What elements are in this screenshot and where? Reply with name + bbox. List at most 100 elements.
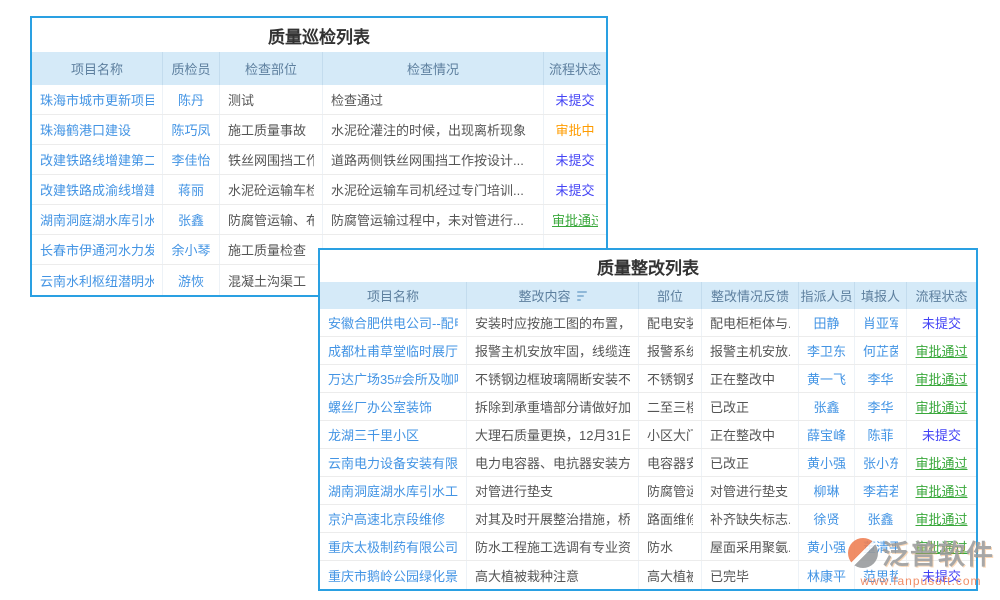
cell-link[interactable]: 肖亚军 <box>863 313 898 332</box>
cell-link[interactable]: 改建铁路线增建第二线... <box>40 150 154 169</box>
table-row[interactable]: 螺丝厂办公室装饰拆除到承重墙部分请做好加固...二至三楼混...已改正张鑫李华审… <box>320 393 976 421</box>
status-badge[interactable]: 未提交 <box>922 425 961 444</box>
cell-status: 审批通过 <box>907 505 976 532</box>
cell-feedback: 已完毕 <box>702 561 799 589</box>
table-row[interactable]: 龙湖三千里小区大理石质量更换，12月31日之...小区大门正在整改中薛宝峰陈菲未… <box>320 421 976 449</box>
table-row[interactable]: 改建铁路线增建第二线...李佳怡铁丝网围挡工作检查道路两侧铁丝网围挡工作按设计.… <box>32 145 606 175</box>
column-header-assignee: 指派人员 <box>799 282 855 309</box>
table-row[interactable]: 珠海市城市更新项目紫...陈丹测试检查通过未提交 <box>32 85 606 115</box>
cell-link[interactable]: 万达广场35#会所及咖啡厅空... <box>328 369 458 388</box>
cell-link[interactable]: 成都杜甫草堂临时展厅独立展... <box>328 341 458 360</box>
cell-link[interactable]: 张鑫 <box>867 509 893 528</box>
cell-link[interactable]: 黄小强 <box>807 537 846 556</box>
cell-assignee: 张鑫 <box>799 393 855 420</box>
status-badge[interactable]: 审批通过 <box>915 537 967 556</box>
cell-link[interactable]: 蒋丽 <box>178 180 204 199</box>
cell-link[interactable]: 云南电力设备安装有限公司20... <box>328 453 458 472</box>
cell-link[interactable]: 李若若 <box>863 481 898 500</box>
cell-project: 云南电力设备安装有限公司20... <box>320 449 467 476</box>
cell-feedback: 已改正 <box>702 393 799 420</box>
cell-text: 高大植被栽种注意 <box>475 566 579 585</box>
cell-link[interactable]: 游恢 <box>178 271 204 290</box>
cell-link[interactable]: 董清平 <box>863 537 898 556</box>
cell-link[interactable]: 湖南洞庭湖水库引水工... <box>40 210 154 229</box>
cell-project: 改建铁路成渝线增建第... <box>32 175 163 204</box>
cell-link[interactable]: 黄一飞 <box>807 369 846 388</box>
status-badge[interactable]: 审批通过 <box>915 341 967 360</box>
cell-link[interactable]: 张鑫 <box>178 210 204 229</box>
cell-link[interactable]: 陈菲 <box>867 425 893 444</box>
cell-link[interactable]: 改建铁路成渝线增建第... <box>40 180 154 199</box>
cell-text: 不锈钢安装... <box>647 369 693 388</box>
status-badge[interactable]: 未提交 <box>922 313 961 332</box>
status-badge[interactable]: 审批通过 <box>552 210 598 229</box>
table-row[interactable]: 湖南洞庭湖水库引水工...张鑫防腐管运输、布管防腐管运输过程中，未对管进行...… <box>32 205 606 235</box>
cell-part: 路面维修检... <box>639 505 702 532</box>
cell-text: 电容器安装... <box>647 453 693 472</box>
cell-feedback: 对管进行垫支 <box>702 477 799 504</box>
table-row[interactable]: 万达广场35#会所及咖啡厅空...不锈钢边框玻璃隔断安装不牢...不锈钢安装..… <box>320 365 976 393</box>
cell-link[interactable]: 长春市伊通河水力发电... <box>40 240 154 259</box>
cell-link[interactable]: 龙湖三千里小区 <box>328 425 419 444</box>
table-row[interactable]: 湖南洞庭湖水库引水工程施工I标对管进行垫支防腐管运输...对管进行垫支柳琳李若若… <box>320 477 976 505</box>
cell-text: 正在整改中 <box>710 369 775 388</box>
cell-link[interactable]: 田静 <box>813 313 839 332</box>
cell-link[interactable]: 重庆太极制药有限公司亳州中... <box>328 537 458 556</box>
table-row[interactable]: 成都杜甫草堂临时展厅独立展...报警主机安放牢固，线缆连接...报警系统报警主机… <box>320 337 976 365</box>
cell-link[interactable]: 徐贤 <box>813 509 839 528</box>
cell-link[interactable]: 何芷茵 <box>863 341 898 360</box>
cell-text: 高大植被栽种 <box>647 566 693 585</box>
cell-link[interactable]: 李佳怡 <box>171 150 210 169</box>
status-badge[interactable]: 未提交 <box>922 566 961 585</box>
cell-link[interactable]: 范思哲 <box>863 566 898 585</box>
column-header-project: 项目名称 <box>32 52 163 85</box>
cell-link[interactable]: 薛宝峰 <box>807 425 846 444</box>
status-badge[interactable]: 审批通过 <box>915 397 967 416</box>
status-badge[interactable]: 审批通过 <box>915 509 967 528</box>
cell-status: 审批通过 <box>544 205 606 234</box>
table-row[interactable]: 重庆太极制药有限公司亳州中...防水工程施工选调有专业资质...防水屋面采用聚氨… <box>320 533 976 561</box>
cell-link[interactable]: 京沪高速北京段维修 <box>328 509 445 528</box>
cell-link[interactable]: 李华 <box>867 369 893 388</box>
cell-inspector: 蒋丽 <box>163 175 220 204</box>
table-row[interactable]: 重庆市鹅岭公园绿化景观提升... 高大植被栽种注意 高大植被栽种已完毕林康平范思哲 未… <box>320 561 976 589</box>
cell-link[interactable]: 螺丝厂办公室装饰 <box>328 397 432 416</box>
status-badge[interactable]: 未提交 <box>555 90 594 109</box>
table-row[interactable]: 珠海鹤港口建设陈巧凤施工质量事故水泥砼灌注的时候，出现离析现象审批中 <box>32 115 606 145</box>
cell-link[interactable]: 黄小强 <box>807 453 846 472</box>
cell-link[interactable]: 张鑫 <box>813 397 839 416</box>
cell-feedback: 屋面采用聚氨... <box>702 533 799 560</box>
cell-link[interactable]: 安徽合肥供电公司--配电设备... <box>328 313 458 332</box>
cell-assignee: 李卫东 <box>799 337 855 364</box>
status-badge[interactable]: 审批通过 <box>915 369 967 388</box>
cell-link[interactable]: 珠海鹤港口建设 <box>40 120 131 139</box>
column-header-content[interactable]: 整改内容 <box>467 282 639 309</box>
cell-text: 电力电容器、电抗器安装方案,... <box>475 453 630 472</box>
status-badge[interactable]: 未提交 <box>555 150 594 169</box>
table-row[interactable]: 安徽合肥供电公司--配电设备...安装时应按施工图的布置，将...配电安装配电柜… <box>320 309 976 337</box>
cell-link[interactable]: 李卫东 <box>807 341 846 360</box>
cell-project: 珠海市城市更新项目紫... <box>32 85 163 114</box>
cell-link[interactable]: 余小琴 <box>171 240 210 259</box>
column-header-label: 检查情况 <box>407 59 459 78</box>
cell-link[interactable]: 珠海市城市更新项目紫... <box>40 90 154 109</box>
table-row[interactable]: 改建铁路成渝线增建第...蒋丽水泥砼运输车检查水泥砼运输车司机经过专门培训...… <box>32 175 606 205</box>
status-badge[interactable]: 审批通过 <box>915 481 967 500</box>
cell-part: 水泥砼运输车检查 <box>220 175 323 204</box>
status-badge[interactable]: 审批通过 <box>915 453 967 472</box>
cell-link[interactable]: 陈巧凤 <box>171 120 210 139</box>
cell-link[interactable]: 陈丹 <box>178 90 204 109</box>
status-badge[interactable]: 未提交 <box>555 180 594 199</box>
cell-link[interactable]: 重庆市鹅岭公园绿化景观提升... <box>328 566 458 585</box>
table-row[interactable]: 京沪高速北京段维修对其及时开展整治措施，桥头...路面维修检...补齐缺失标志.… <box>320 505 976 533</box>
cell-link[interactable]: 林康平 <box>807 566 846 585</box>
cell-link[interactable]: 湖南洞庭湖水库引水工程施工I标 <box>328 481 458 500</box>
column-header-project: 项目名称 <box>320 282 467 309</box>
cell-link[interactable]: 李华 <box>867 397 893 416</box>
sort-icon[interactable] <box>577 291 587 301</box>
cell-link[interactable]: 柳琳 <box>813 481 839 500</box>
cell-link[interactable]: 张小东 <box>863 453 898 472</box>
cell-link[interactable]: 云南水利枢纽潜明水库... <box>40 271 154 290</box>
status-badge[interactable]: 审批中 <box>555 120 594 139</box>
table-row[interactable]: 云南电力设备安装有限公司20... 电力电容器、电抗器安装方案,... 电容器安装.… <box>320 449 976 477</box>
